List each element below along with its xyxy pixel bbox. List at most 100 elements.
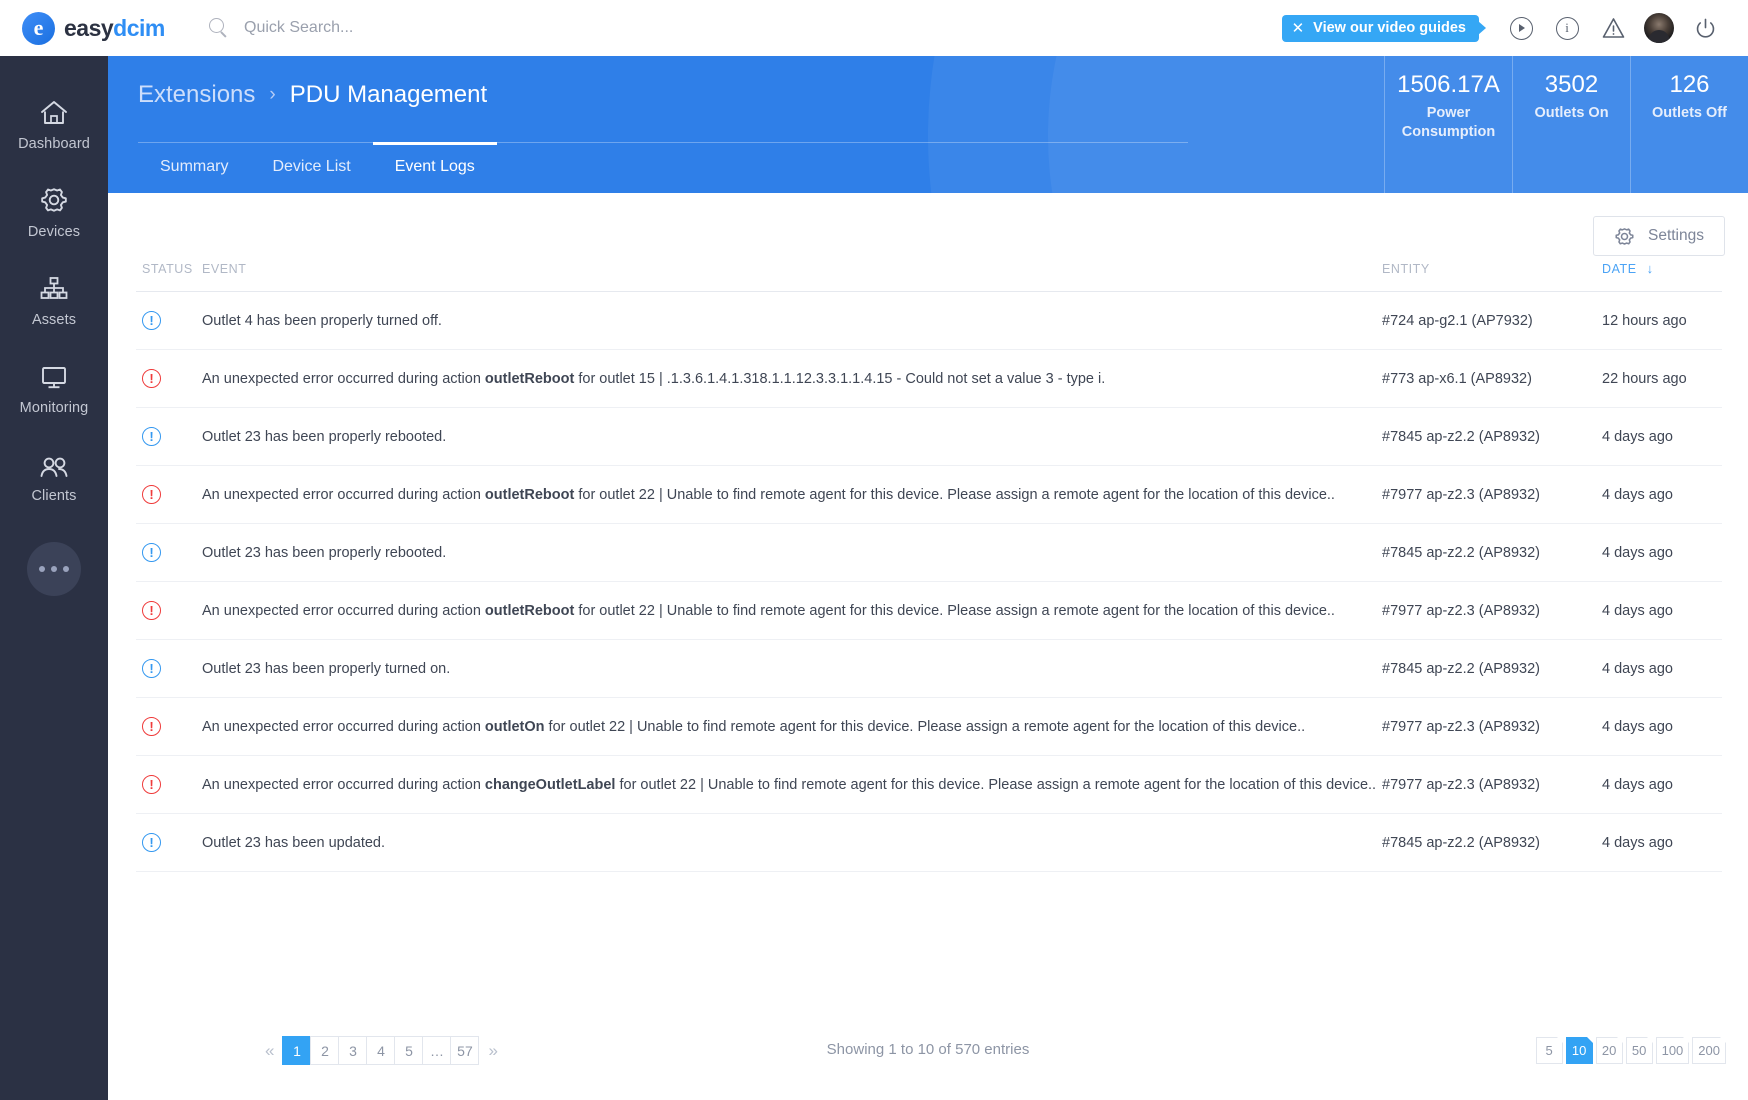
sidebar-item-devices[interactable]: Devices xyxy=(0,166,108,254)
row-date-cell: 4 days ago xyxy=(1602,697,1722,756)
sidebar-item-label: Monitoring xyxy=(19,400,89,416)
sidebar-item-monitoring[interactable]: Monitoring xyxy=(0,342,108,430)
table-row[interactable]: ! An unexpected error occurred during act… xyxy=(136,581,1722,640)
pagination-next-button[interactable]: » xyxy=(479,1041,506,1061)
table-header: STATUS EVENT ENTITY DATE ↓ xyxy=(136,261,1722,292)
row-event-cell: An unexpected error occurred during acti… xyxy=(202,465,1382,524)
play-video-button[interactable] xyxy=(1498,16,1544,40)
event-detail: for outlet 22 | Unable to find remote ag… xyxy=(574,602,1335,619)
table-row[interactable]: ! Outlet 4 has been properly turned off. #… xyxy=(136,291,1722,350)
info-button[interactable]: i xyxy=(1544,16,1590,40)
table-row[interactable]: ! An unexpected error occurred during act… xyxy=(136,697,1722,756)
stat-outlets-on: 3502 Outlets On xyxy=(1512,56,1630,193)
row-event-cell: An unexpected error occurred during acti… xyxy=(202,697,1382,756)
event-text: Outlet 23 has been properly turned on. xyxy=(202,660,451,677)
row-status-cell: ! xyxy=(136,639,202,698)
table-body: ! Outlet 4 has been properly turned off. #… xyxy=(136,291,1722,872)
stat-label: Power Consumption xyxy=(1401,105,1496,140)
row-date-cell: 12 hours ago xyxy=(1602,291,1722,350)
sidebar-item-clients[interactable]: Clients xyxy=(0,430,108,518)
row-entity-cell[interactable]: #7845 ap-z2.2 (AP8932) xyxy=(1382,407,1602,466)
event-text: An unexpected error occurred during acti… xyxy=(202,718,485,735)
gear-icon xyxy=(1615,227,1634,245)
row-status-cell: ! xyxy=(136,465,202,524)
row-entity-cell[interactable]: #7845 ap-z2.2 (AP8932) xyxy=(1382,813,1602,872)
event-detail: for outlet 15 | .1.3.6.1.4.1.318.1.1.12.… xyxy=(574,370,1106,387)
logo-text: easydcim xyxy=(64,15,165,42)
pagination-page-button[interactable]: … xyxy=(422,1036,452,1065)
pagination-page-button[interactable]: 4 xyxy=(366,1036,396,1065)
pagination-page-button[interactable]: 5 xyxy=(394,1036,424,1065)
row-date-cell: 4 days ago xyxy=(1602,523,1722,582)
row-entity-cell[interactable]: #7845 ap-z2.2 (AP8932) xyxy=(1382,639,1602,698)
more-icon-dot xyxy=(39,566,45,572)
monitor-icon xyxy=(39,357,69,391)
logo[interactable]: e easydcim xyxy=(0,11,186,45)
breadcrumb-parent[interactable]: Extensions xyxy=(138,81,255,109)
table-row[interactable]: ! Outlet 23 has been properly rebooted. #7… xyxy=(136,407,1722,466)
sidebar-more-button[interactable] xyxy=(27,542,81,596)
error-icon: ! xyxy=(142,717,161,736)
row-entity-cell[interactable]: #7845 ap-z2.2 (AP8932) xyxy=(1382,523,1602,582)
sidebar-item-dashboard[interactable]: Dashboard xyxy=(0,78,108,166)
row-status-cell: ! xyxy=(136,407,202,466)
table-footer: «1 2 3 4 5… 57» Showing 1 to 10 of 570 entrie… xyxy=(108,1036,1748,1076)
row-event-cell: An unexpected error occurred during acti… xyxy=(202,755,1382,814)
logout-button[interactable] xyxy=(1682,17,1728,40)
page-size-button[interactable]: 200 xyxy=(1692,1037,1726,1064)
table-row[interactable]: ! Outlet 23 has been properly turned on. #… xyxy=(136,639,1722,698)
tab-event-logs[interactable]: Event Logs xyxy=(372,142,497,192)
search-input[interactable] xyxy=(244,19,664,37)
event-action-name: outletReboot xyxy=(484,370,575,387)
sidebar-item-assets[interactable]: Assets xyxy=(0,254,108,342)
column-header-event[interactable]: EVENT xyxy=(202,261,1382,292)
table-row[interactable]: ! Outlet 23 has been properly rebooted. #7… xyxy=(136,523,1722,582)
pagination-page-button[interactable]: 3 xyxy=(338,1036,368,1065)
page-size-button[interactable]: 5 xyxy=(1535,1037,1563,1064)
pagination-page-button[interactable]: 57 xyxy=(450,1036,480,1065)
user-menu-button[interactable] xyxy=(1636,13,1682,43)
settings-button[interactable]: Settings xyxy=(1592,216,1725,256)
tab-device-list[interactable]: Device List xyxy=(250,142,372,192)
pagination-page-button[interactable]: 2 xyxy=(310,1036,340,1065)
pagination-prev-button[interactable]: « xyxy=(256,1041,283,1061)
row-entity-cell[interactable]: #724 ap-g2.1 (AP7932) xyxy=(1382,291,1602,350)
table-row[interactable]: ! An unexpected error occurred during act… xyxy=(136,465,1722,524)
row-entity-cell[interactable]: #7977 ap-z2.3 (AP8932) xyxy=(1382,581,1602,640)
column-header-status[interactable]: STATUS xyxy=(136,261,202,292)
event-logs-table: STATUS EVENT ENTITY DATE ↓ ! Outlet 4 has … xyxy=(136,261,1722,872)
column-header-entity[interactable]: ENTITY xyxy=(1382,261,1602,292)
row-date-cell: 4 days ago xyxy=(1602,407,1722,466)
row-status-cell: ! xyxy=(136,813,202,872)
table-row[interactable]: ! Outlet 23 has been updated. #7845 ap-z2.… xyxy=(136,813,1722,872)
row-entity-cell[interactable]: #7977 ap-z2.3 (AP8932) xyxy=(1382,755,1602,814)
row-event-cell: An unexpected error occurred during acti… xyxy=(202,349,1382,408)
sitemap-icon xyxy=(39,269,69,303)
table-row[interactable]: ! An unexpected error occurred during act… xyxy=(136,755,1722,814)
page-size-button[interactable]: 20 xyxy=(1595,1037,1623,1064)
column-header-date-label: DATE xyxy=(1602,262,1637,276)
column-header-date[interactable]: DATE ↓ xyxy=(1602,261,1722,292)
video-guides-badge[interactable]: ✕ View our video guides xyxy=(1281,14,1479,42)
event-action-name: outletReboot xyxy=(484,602,575,619)
settings-button-label: Settings xyxy=(1647,227,1704,244)
row-date-cell: 4 days ago xyxy=(1602,639,1722,698)
page-size-button[interactable]: 100 xyxy=(1655,1037,1690,1064)
more-icon-dot xyxy=(51,566,57,572)
row-entity-cell[interactable]: #7977 ap-z2.3 (AP8932) xyxy=(1382,697,1602,756)
tab-summary[interactable]: Summary xyxy=(138,142,250,192)
gear-icon xyxy=(39,181,69,215)
event-text: An unexpected error occurred during acti… xyxy=(202,776,485,793)
table-row[interactable]: ! An unexpected error occurred during act… xyxy=(136,349,1722,408)
page-size-button[interactable]: 50 xyxy=(1625,1037,1653,1064)
home-icon xyxy=(39,93,69,127)
close-icon[interactable]: ✕ xyxy=(1292,21,1305,36)
row-entity-cell[interactable]: #7977 ap-z2.3 (AP8932) xyxy=(1382,465,1602,524)
alerts-button[interactable] xyxy=(1590,17,1636,39)
row-date-cell: 4 days ago xyxy=(1602,813,1722,872)
row-entity-cell[interactable]: #773 ap-x6.1 (AP8932) xyxy=(1382,349,1602,408)
top-bar: e easydcim ✕ View our video guides i xyxy=(0,0,1748,56)
page-size-button[interactable]: 10 xyxy=(1565,1037,1593,1064)
pagination-page-button[interactable]: 1 xyxy=(282,1036,312,1065)
event-text: An unexpected error occurred during acti… xyxy=(202,486,485,503)
